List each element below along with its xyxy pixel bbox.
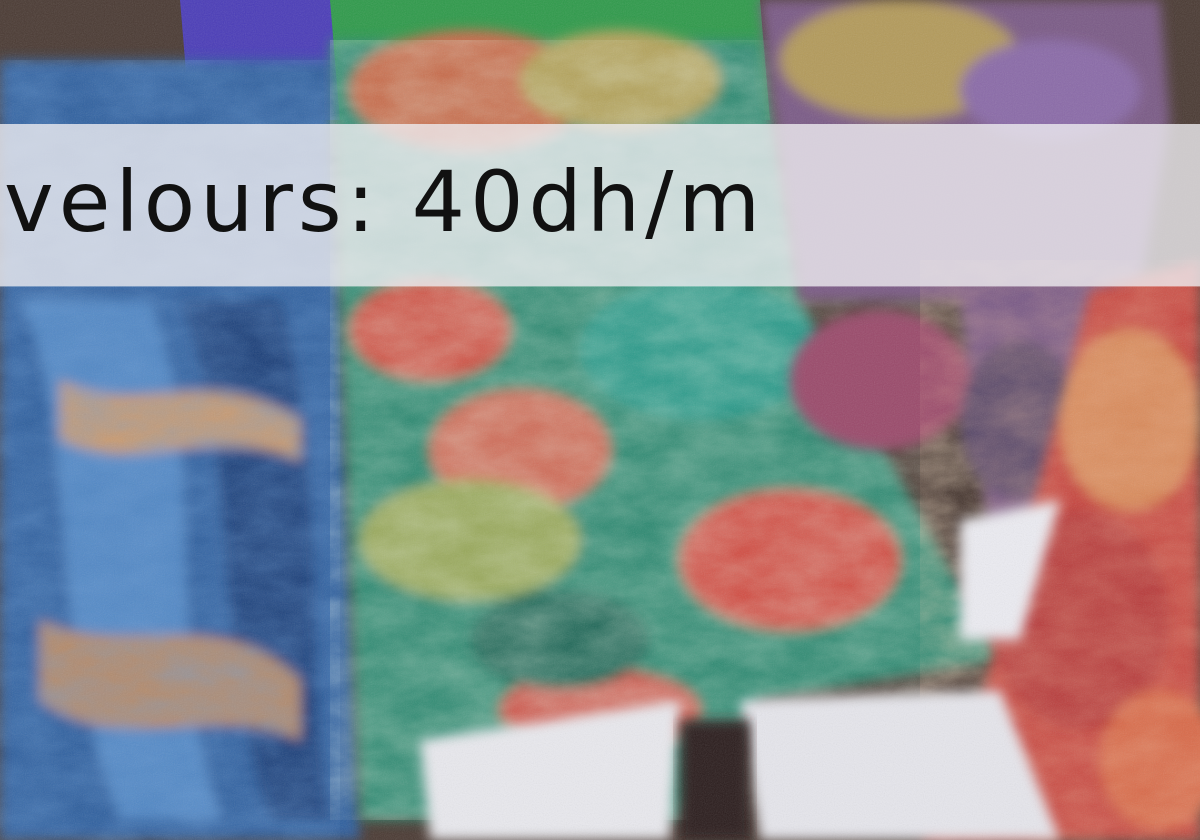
photo-stage: velours: 40dh/m — [0, 0, 1200, 840]
caption-clip: velours: 40dh/m — [0, 0, 1200, 840]
price-caption: velours: 40dh/m — [4, 153, 766, 251]
